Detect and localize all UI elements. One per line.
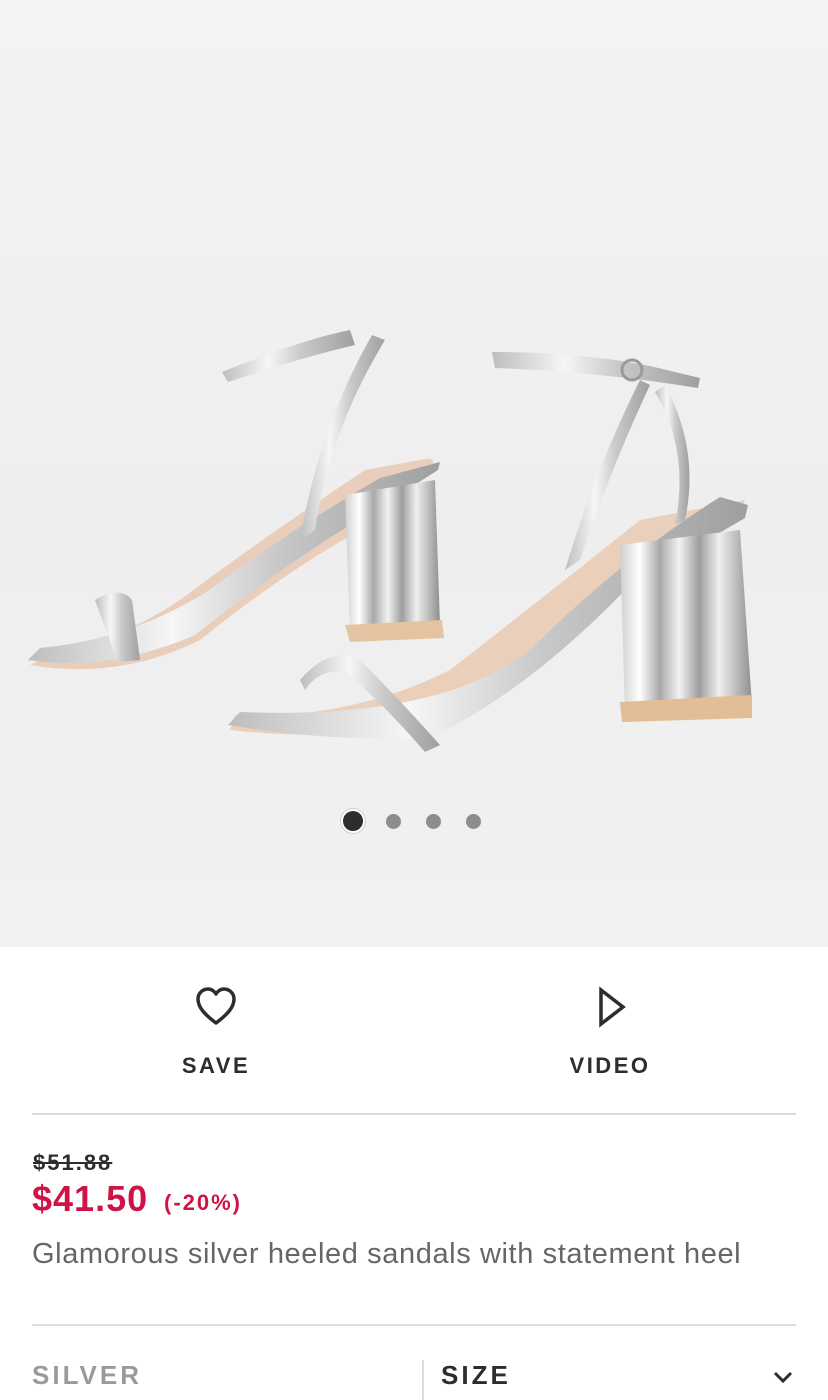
colour-value: SILVER [32,1360,142,1390]
sale-price: $41.50 [32,1178,149,1219]
product-image-gallery[interactable] [0,0,828,947]
video-label: VIDEO [569,1053,651,1078]
original-price: $51.88 [33,1150,113,1175]
product-actions: SAVE VIDEO [32,947,796,1115]
save-label: SAVE [181,1053,251,1078]
carousel-pagination [0,808,828,834]
video-button[interactable]: VIDEO [510,947,710,1113]
size-selector[interactable]: SIZE [441,1360,511,1400]
heart-icon [196,987,236,1025]
divider [32,1324,796,1326]
discount-badge: (-20%) [164,1190,243,1215]
carousel-dot[interactable] [386,814,401,829]
play-icon [599,986,626,1028]
carousel-dot[interactable] [426,814,441,829]
product-image [28,330,752,752]
carousel-dot[interactable] [466,814,481,829]
chevron-down-icon[interactable] [772,1370,794,1384]
product-title: Glamorous silver heeled sandals with sta… [32,1238,742,1270]
save-button[interactable]: SAVE [116,947,316,1113]
selector-divider [422,1360,424,1400]
carousel-dot-active[interactable] [343,811,363,831]
